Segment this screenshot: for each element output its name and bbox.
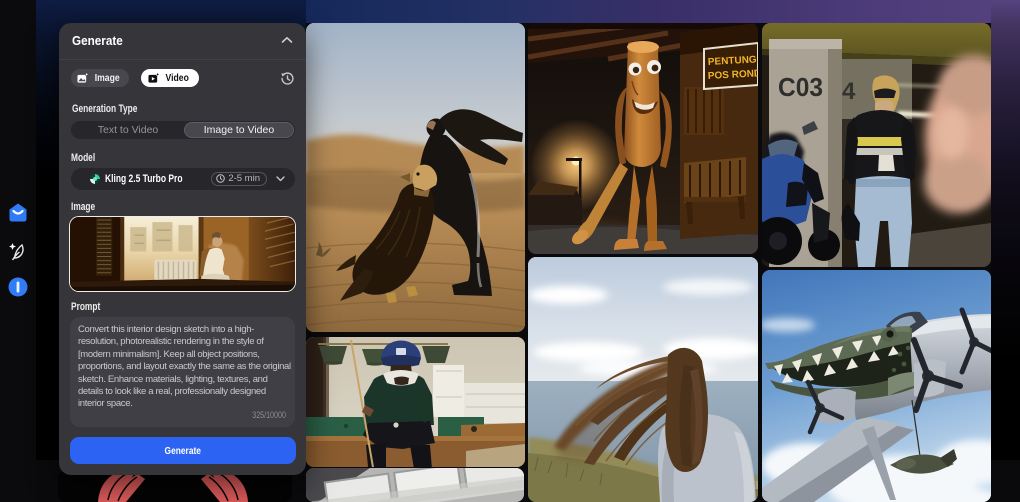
svg-text:C03: C03 — [778, 72, 823, 102]
svg-text:4: 4 — [842, 78, 856, 105]
